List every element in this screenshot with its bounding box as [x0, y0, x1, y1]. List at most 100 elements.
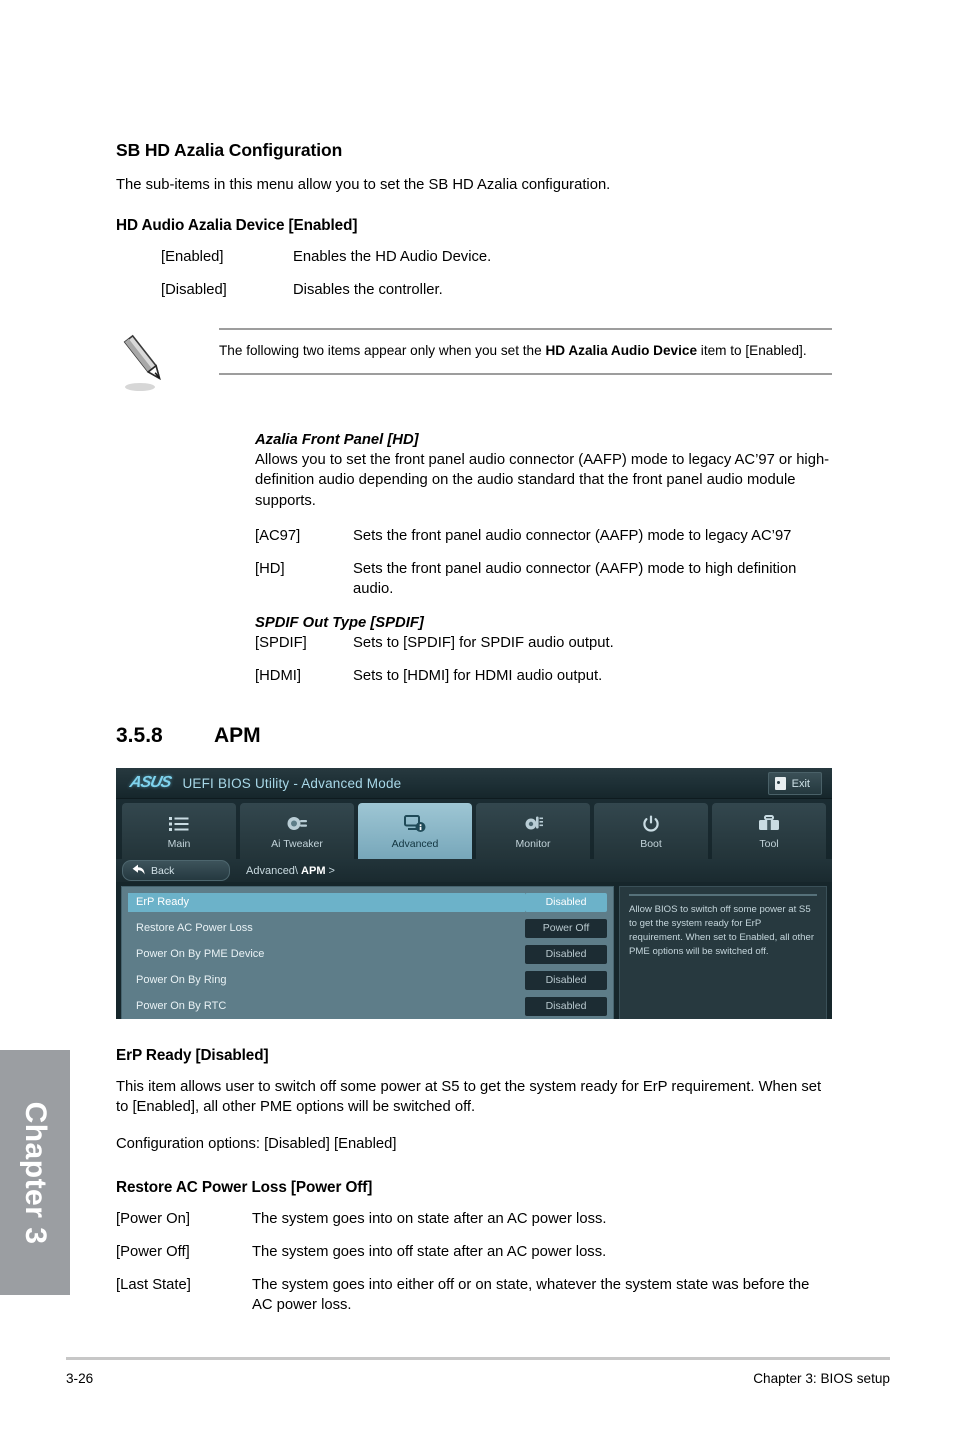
monitor-info-icon — [404, 813, 426, 835]
back-arrow-icon — [132, 862, 145, 880]
bios-tab-strip: Main Ai Tweaker Advanced Monitor Boot To… — [116, 799, 832, 860]
note-text-bold: HD Azalia Audio Device — [545, 343, 698, 359]
definition-row: [HD] Sets the front panel audio connecto… — [255, 559, 832, 599]
definition-row: [Power Off] The system goes into off sta… — [116, 1242, 832, 1262]
chapter-side-tab: Chapter 3 — [0, 1050, 70, 1295]
sb-hd-azalia-heading: SB HD Azalia Configuration — [116, 140, 343, 160]
option-term: [HDMI] — [255, 668, 302, 685]
tab-ai-tweaker-label: Ai Tweaker — [271, 837, 323, 850]
note-body: The following two items appear only when… — [219, 328, 832, 375]
azalia-front-panel-description: Allows you to set the front panel audio … — [255, 452, 830, 509]
pencil-note-icon — [116, 332, 174, 394]
exit-button-label: Exit — [791, 777, 810, 790]
option-term: [Disabled] — [161, 282, 227, 299]
azalia-front-panel-heading: Azalia Front Panel [HD] — [255, 432, 419, 449]
sb-hd-azalia-intro: The sub-items in this menu allow you to … — [116, 177, 611, 193]
note-text-before: The following two items appear only when… — [219, 343, 546, 359]
bios-row-value[interactable]: Disabled — [525, 944, 607, 964]
back-button[interactable]: Back — [122, 860, 230, 882]
bios-row-power-on-by-rtc[interactable]: Power On By RTC Disabled — [128, 995, 607, 1017]
definition-row: [HDMI] Sets to [HDMI] for HDMI audio out… — [255, 666, 832, 686]
tab-boot[interactable]: Boot — [594, 803, 708, 860]
azalia-front-panel-block: Azalia Front Panel [HD] Allows you to se… — [255, 432, 832, 686]
bios-top-bar: ASUS UEFI BIOS Utility - Advanced Mode E… — [116, 768, 832, 800]
definition-row: [AC97] Sets the front panel audio connec… — [255, 526, 832, 546]
bios-help-text: Allow BIOS to switch off some power at S… — [629, 904, 815, 957]
tab-monitor-label: Monitor — [515, 837, 551, 850]
option-term: [AC97] — [255, 527, 301, 544]
list-icon — [169, 813, 189, 835]
option-term: [Power Off] — [116, 1243, 190, 1260]
thermometer-icon — [522, 813, 544, 835]
bios-utility-title: UEFI BIOS Utility - Advanced Mode — [182, 775, 402, 791]
bios-row-value[interactable]: Disabled — [525, 892, 607, 912]
definition-row: [Last State] The system goes into either… — [116, 1275, 832, 1315]
power-icon — [642, 813, 660, 835]
note-callout: The following two items appear only when… — [116, 328, 832, 402]
bios-row-power-on-by-ring[interactable]: Power On By Ring Disabled — [128, 969, 607, 991]
bios-settings-list: ErP Ready Disabled Restore AC Power Loss… — [121, 886, 614, 1020]
toolbox-icon — [758, 813, 780, 835]
erp-ready-heading: ErP Ready [Disabled] — [116, 1047, 269, 1065]
option-term: [HD] — [255, 560, 285, 577]
bios-row-value[interactable]: Disabled — [525, 970, 607, 990]
note-text: The following two items appear only when… — [219, 341, 832, 360]
option-term: [Last State] — [116, 1276, 191, 1293]
tab-monitor[interactable]: Monitor — [476, 803, 590, 860]
page-footer: 3-26 Chapter 3: BIOS setup — [66, 1357, 890, 1386]
footer-page-number: 3-26 — [66, 1371, 94, 1386]
help-divider — [629, 894, 817, 897]
bios-row-restore-ac-power-loss[interactable]: Restore AC Power Loss Power Off — [128, 917, 607, 939]
erp-ready-description: This item allows user to switch off some… — [116, 1079, 822, 1116]
tab-main[interactable]: Main — [122, 803, 236, 860]
option-description: Sets to [HDMI] for HDMI audio output. — [353, 668, 603, 685]
restore-ac-power-loss-heading: Restore AC Power Loss [Power Off] — [116, 1178, 373, 1196]
footer-chapter-text: Chapter 3: BIOS setup — [753, 1371, 890, 1386]
option-description: Sets the front panel audio connector (AA… — [353, 527, 792, 544]
option-description: The system goes into either off or on st… — [252, 1276, 810, 1313]
option-term: [SPDIF] — [255, 634, 307, 651]
tab-advanced-label: Advanced — [391, 837, 439, 850]
tab-advanced[interactable]: Advanced — [358, 803, 472, 860]
definition-row: [Disabled] Disables the controller. — [161, 280, 832, 300]
bios-help-panel: Allow BIOS to switch off some power at S… — [619, 886, 827, 1020]
tab-ai-tweaker[interactable]: Ai Tweaker — [240, 803, 354, 860]
option-description: Sets to [SPDIF] for SPDIF audio output. — [353, 634, 614, 651]
option-description: The system goes into on state after an A… — [252, 1210, 607, 1227]
apm-section-number: 3.5.8 — [116, 724, 163, 748]
page-content: SB HD Azalia Configuration The sub-items… — [116, 140, 832, 1328]
erp-ready-config-options: Configuration options: [Disabled] [Enabl… — [116, 1136, 397, 1153]
definition-row: [Power On] The system goes into on state… — [116, 1209, 832, 1229]
exit-button[interactable]: Exit — [767, 772, 822, 796]
option-term: [Power On] — [116, 1210, 191, 1227]
definition-row: [Enabled] Enables the HD Audio Device. — [161, 247, 832, 267]
spdif-out-type-heading: SPDIF Out Type [SPDIF] — [255, 614, 424, 631]
apm-section-heading: 3.5.8 APM — [116, 724, 832, 748]
bios-row-value[interactable]: Power Off — [525, 918, 607, 938]
breadcrumb-prefix: Advanced\ — [246, 864, 302, 877]
breadcrumb: Back Advanced\ APM > — [116, 859, 832, 883]
bios-body: ErP Ready Disabled Restore AC Power Loss… — [116, 882, 832, 1020]
option-description: Disables the controller. — [293, 282, 443, 299]
uefi-bios-screenshot: ASUS UEFI BIOS Utility - Advanced Mode E… — [116, 768, 832, 1020]
bios-row-label: ErP Ready — [128, 892, 525, 912]
bios-row-power-on-by-pme-device[interactable]: Power On By PME Device Disabled — [128, 943, 607, 965]
bios-row-label: Power On By RTC — [136, 999, 227, 1012]
bios-row-value[interactable]: Disabled — [525, 996, 607, 1016]
tab-tool[interactable]: Tool — [712, 803, 826, 860]
bios-row-label: Power On By PME Device — [136, 947, 265, 960]
option-description: Enables the HD Audio Device. — [293, 249, 492, 266]
option-term: [Enabled] — [161, 249, 224, 266]
bios-row-label: Restore AC Power Loss — [136, 921, 253, 934]
asus-logo: ASUS — [128, 774, 173, 792]
bios-row-label: Power On By Ring — [136, 973, 227, 986]
note-text-after: item to [Enabled]. — [697, 343, 807, 359]
tab-boot-label: Boot — [640, 837, 662, 850]
back-button-label: Back — [151, 864, 175, 877]
hd-audio-azalia-device-heading: HD Audio Azalia Device [Enabled] — [116, 217, 358, 235]
breadcrumb-suffix: > — [325, 864, 335, 877]
bios-row-erp-ready[interactable]: ErP Ready Disabled — [128, 891, 607, 913]
breadcrumb-current: APM — [301, 864, 326, 877]
chapter-side-tab-label: Chapter 3 — [19, 1101, 52, 1244]
tab-main-label: Main — [167, 837, 191, 850]
